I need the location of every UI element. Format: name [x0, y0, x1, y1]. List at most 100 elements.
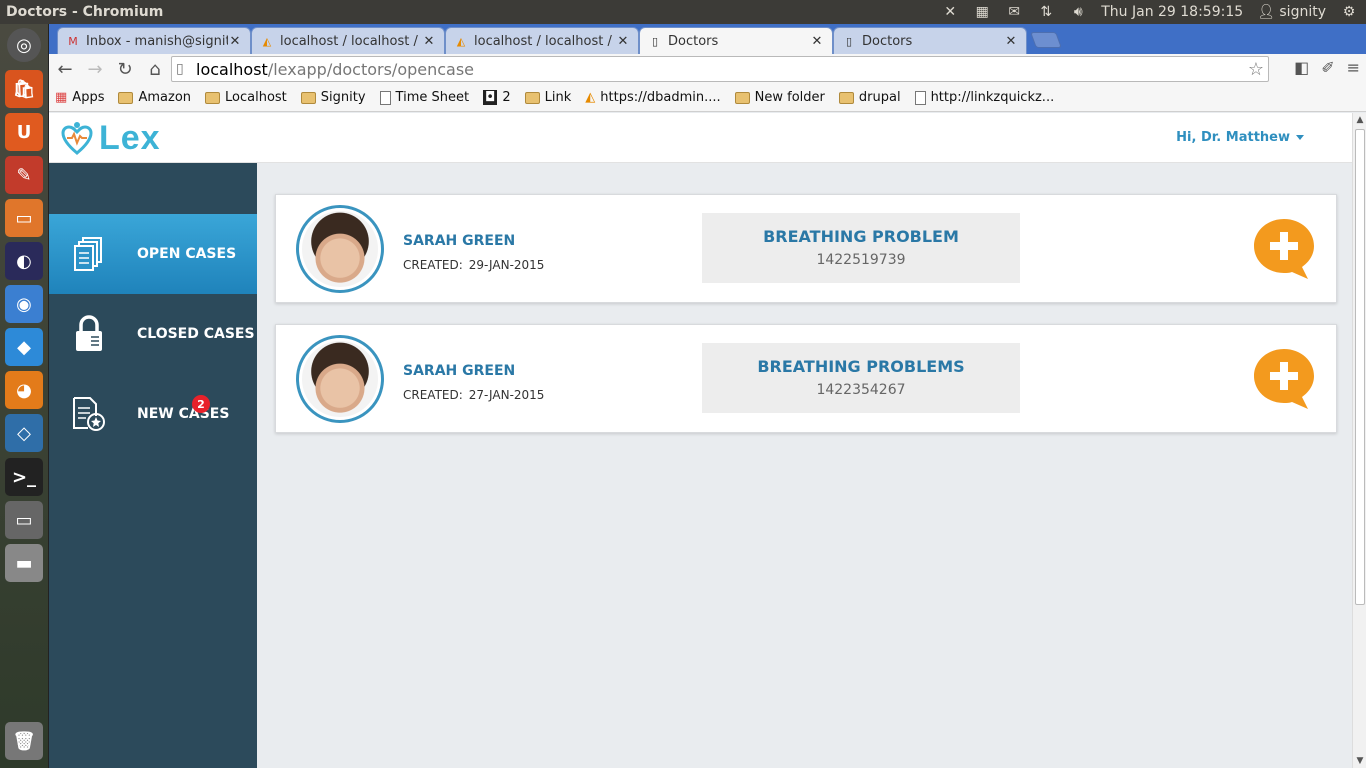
virtualbox-icon[interactable]: ◇ [5, 414, 43, 452]
bookmark-star-icon[interactable]: ☆ [1248, 59, 1264, 80]
close-tab-icon[interactable]: ✕ [616, 34, 630, 49]
clock[interactable]: Thu Jan 29 18:59:15 [1101, 4, 1243, 20]
dropbox-app-icon[interactable]: ◆ [5, 328, 43, 366]
bookmark-new-folder[interactable]: New folder [734, 90, 825, 105]
add-comment-icon[interactable] [1252, 347, 1316, 411]
phpmyadmin-icon: ◭ [585, 90, 596, 105]
patient-avatar [296, 335, 384, 423]
lex-logo[interactable]: Lex [61, 121, 161, 155]
close-tab-icon[interactable]: ✕ [228, 34, 242, 49]
bookmark-link[interactable]: Link [524, 90, 571, 105]
page-icon: ▯ [845, 34, 853, 48]
patient-name[interactable]: SARAH GREEN [403, 363, 515, 379]
address-bar[interactable]: ▯ localhost/lexapp/doctors/opencase ☆ [171, 56, 1269, 82]
new-cases-count-badge: 2 [192, 395, 210, 413]
home-button[interactable]: ⌂ [141, 56, 169, 82]
case-card[interactable]: SARAH GREEN CREATED: 29-JAN-2015 BREATHIN… [275, 194, 1337, 303]
problem-title: BREATHING PROBLEMS [757, 357, 965, 376]
problem-summary[interactable]: BREATHING PROBLEM 1422519739 [702, 213, 1020, 283]
bookmark-amazon[interactable]: Amazon [118, 90, 191, 105]
window-title: Doctors - Chromium [6, 4, 164, 20]
software-center-icon[interactable]: 🛍︎ [5, 70, 43, 108]
patient-name[interactable]: SARAH GREEN [403, 233, 515, 249]
page-info-icon[interactable]: ▯ [176, 61, 196, 77]
close-tab-icon[interactable]: ✕ [422, 34, 436, 49]
sidebar-item-new-cases[interactable]: NEW CASES 2 [49, 374, 257, 454]
folder-icon [734, 91, 750, 104]
phpmyadmin-icon: ◭ [456, 34, 466, 48]
person-icon: 👤︎ [1257, 4, 1275, 20]
user-menu-tray[interactable]: 👤︎ signity [1257, 4, 1326, 20]
bookmark-time-sheet[interactable]: Time Sheet [379, 90, 469, 105]
tab-phpmyadmin-2[interactable]: ◭ localhost / localhost / diag ✕ [445, 27, 639, 54]
eyedropper-icon[interactable]: ✐ [1321, 58, 1334, 77]
system-tray: ✕ ▦ ✉ ⇅ 🔊︎ Thu Jan 29 18:59:15 👤︎ signit… [941, 4, 1366, 20]
bookmark-signity[interactable]: Signity [300, 90, 366, 105]
new-tab-button[interactable] [1030, 32, 1062, 48]
back-button[interactable]: ← [51, 56, 79, 82]
volume-icon[interactable]: 🔊︎ [1069, 4, 1087, 20]
files-icon[interactable]: ▭ [5, 199, 43, 237]
folder-icon [838, 91, 854, 104]
bookmark-drupal[interactable]: drupal [838, 90, 901, 105]
dash-home-icon[interactable]: ◎ [7, 28, 41, 62]
terminal-icon[interactable]: >_ [5, 458, 43, 496]
trash-icon[interactable]: 🗑︎ [5, 722, 43, 760]
bookmark-localhost[interactable]: Localhost [205, 90, 287, 105]
extension-bookmark-icon: ◘ [483, 90, 498, 105]
firefox-icon[interactable]: ◕ [5, 371, 43, 409]
dropbox-icon[interactable]: ✕ [941, 4, 959, 20]
sidebar: OPEN CASES CLOSED CASES NEW CASES 2 [49, 163, 257, 768]
heart-pulse-logo-icon [61, 122, 93, 155]
folder-icon [205, 91, 221, 104]
forward-button[interactable]: → [81, 56, 109, 82]
toolbar-extensions: ◧ ✐ ≡ [1294, 58, 1360, 77]
chrome-menu-icon[interactable]: ≡ [1347, 58, 1360, 77]
vertical-scrollbar[interactable]: ▲ ▼ [1352, 113, 1366, 768]
tab-doctors[interactable]: ▯ Doctors ✕ [833, 27, 1027, 54]
add-comment-icon[interactable] [1252, 217, 1316, 281]
user-dropdown[interactable]: Hi, Dr. Matthew [1176, 130, 1304, 145]
created-date: CREATED: 29-JAN-2015 [403, 258, 545, 272]
tab-doctors-active[interactable]: ▯ Doctors ✕ [639, 27, 833, 54]
documents-icon [69, 234, 109, 274]
disk-icon[interactable]: ▬ [5, 544, 43, 582]
folder-icon [524, 91, 540, 104]
case-id: 1422519739 [816, 252, 906, 268]
network-icon[interactable]: ⇅ [1037, 4, 1055, 20]
case-card[interactable]: SARAH GREEN CREATED: 27-JAN-2015 BREATHIN… [275, 324, 1337, 433]
problem-summary[interactable]: BREATHING PROBLEMS 1422354267 [702, 343, 1020, 413]
gmail-icon: M [68, 34, 78, 48]
reload-button[interactable]: ↻ [111, 56, 139, 82]
mail-icon[interactable]: ✉ [1005, 4, 1023, 20]
folder-icon [300, 91, 316, 104]
eclipse-icon[interactable]: ◐ [5, 242, 43, 280]
close-tab-icon[interactable]: ✕ [810, 34, 824, 49]
tab-phpmyadmin-1[interactable]: ◭ localhost / localhost / diag ✕ [251, 27, 445, 54]
bookmark-2[interactable]: ◘ 2 [483, 90, 511, 105]
system-tools-icon[interactable]: ✎ [5, 156, 43, 194]
apps-grid-icon: ▦ [55, 90, 68, 105]
close-tab-icon[interactable]: ✕ [1004, 34, 1018, 49]
bookmark-apps[interactable]: ▦ Apps [55, 90, 104, 105]
remote-desktop-icon[interactable]: ▭ [5, 501, 43, 539]
chromium-icon[interactable]: ◉ [5, 285, 43, 323]
page-icon [379, 90, 391, 105]
workspaces-icon[interactable]: ▦ [973, 4, 991, 20]
tab-strip: M Inbox - manish@signitysol ✕ ◭ localhos… [49, 24, 1366, 54]
bookmark-linkzquickz[interactable]: http://linkzquickz... [914, 90, 1054, 105]
app-header: Lex Hi, Dr. Matthew [49, 113, 1352, 163]
settings-gear-icon[interactable]: ⚙ [1340, 4, 1358, 20]
extension-icon[interactable]: ◧ [1294, 58, 1309, 77]
scrollbar-thumb[interactable] [1355, 129, 1365, 605]
sidebar-item-closed-cases[interactable]: CLOSED CASES [49, 294, 257, 374]
lock-icon [69, 314, 109, 354]
ubuntu-one-icon[interactable]: U [5, 113, 43, 151]
sidebar-item-open-cases[interactable]: OPEN CASES [49, 214, 257, 294]
scroll-down-arrow-icon[interactable]: ▼ [1353, 754, 1366, 768]
bookmark-dbadmin[interactable]: ◭ https://dbadmin.... [585, 90, 720, 105]
tab-inbox[interactable]: M Inbox - manish@signitysol ✕ [57, 27, 251, 54]
scroll-up-arrow-icon[interactable]: ▲ [1353, 113, 1366, 127]
page-viewport: Lex Hi, Dr. Matthew OPEN CASES CLOSED CA… [49, 113, 1352, 768]
browser-toolbar: ← → ↻ ⌂ ▯ localhost/lexapp/doctors/openc… [49, 54, 1366, 84]
